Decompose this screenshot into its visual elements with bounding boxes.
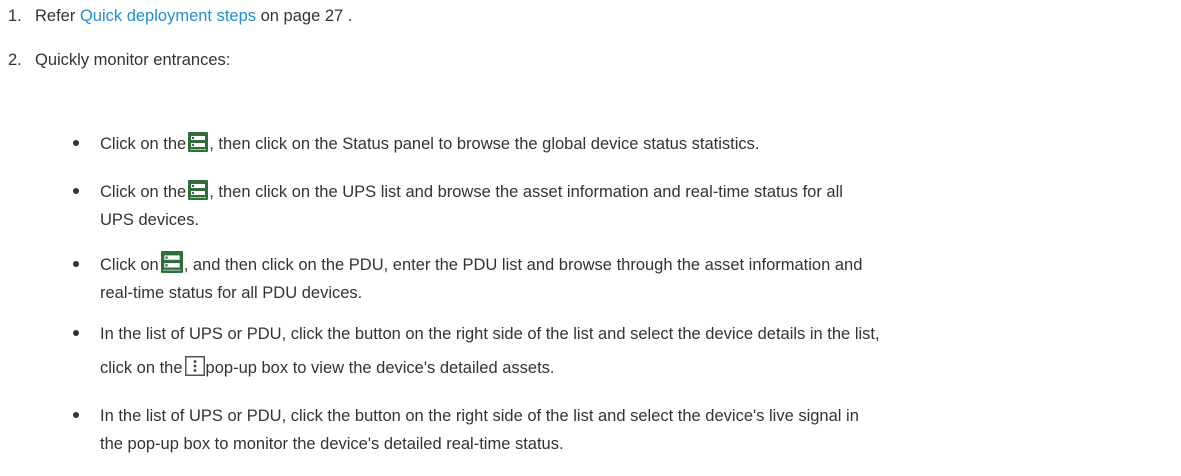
bullet-text-before-icon: Click on <box>100 256 159 274</box>
step-text: Quickly monitor entrances: <box>35 51 231 69</box>
bullet-text-after-icon: , then click on the Status panel to brow… <box>209 135 760 153</box>
bullet-text: In the list of UPS or PDU, click the but… <box>100 402 1175 458</box>
bullet-text-before-icon: Click on the <box>100 135 187 153</box>
bullet-line-1: In the list of UPS or PDU, click the but… <box>100 325 880 343</box>
bullet-line-2: UPS devices. <box>100 211 200 229</box>
bullet-marker <box>73 261 79 267</box>
device-list-icon <box>160 251 183 273</box>
bullet-text: In the list of UPS or PDU, click the but… <box>100 320 1175 382</box>
bullet-line-2: the pop-up box to monitor the device's d… <box>100 435 564 453</box>
device-list-icon <box>188 132 209 152</box>
bullet-text-after-icon: , then click on the UPS list and browse … <box>209 183 843 201</box>
step-prefix: Refer <box>35 7 80 25</box>
quick-deployment-link[interactable]: Quick deployment steps <box>80 7 256 25</box>
bullet-marker <box>73 330 79 336</box>
bullet-line-1: In the list of UPS or PDU, click the but… <box>100 407 859 425</box>
step-suffix: on page 27 . <box>256 7 353 25</box>
bullet-text: Click on the , then click on the Status p… <box>100 130 1175 158</box>
step-text: Refer Quick deployment steps on page 27 … <box>35 5 352 27</box>
bullet-text-before-icon: Click on the <box>100 183 187 201</box>
more-options-icon <box>184 356 205 376</box>
bullet-marker <box>73 140 79 146</box>
device-list-icon <box>188 180 209 200</box>
bullet-text-before-icon: click on the <box>100 359 183 377</box>
bullet-line-2: real-time status for all PDU devices. <box>100 284 363 302</box>
document-page: 1. Refer Quick deployment steps on page … <box>0 0 1181 476</box>
bullet-text: Click on the , then click on the UPS list… <box>100 178 1175 234</box>
step-number: 2. <box>8 51 22 69</box>
step-number: 1. <box>8 7 22 25</box>
bullet-marker <box>73 412 79 418</box>
bullet-text: Click on , and then click on the PDU, ent… <box>100 251 1175 307</box>
bullet-marker <box>73 188 79 194</box>
bullet-text-after-icon: pop-up box to view the device's detailed… <box>205 359 555 377</box>
bullet-text-after-icon: , and then click on the PDU, enter the P… <box>183 256 863 274</box>
